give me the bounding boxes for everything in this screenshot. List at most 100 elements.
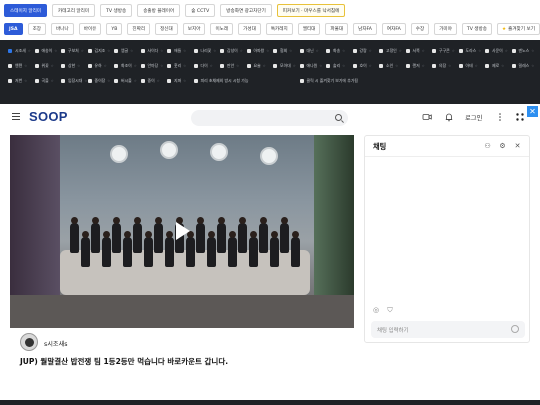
emoticon-tool-icon[interactable]: ◎ <box>373 306 379 314</box>
checkbox-icon[interactable] <box>326 64 330 68</box>
streamer-item[interactable]: 시조새 ☆ <box>8 45 35 57</box>
star-icon[interactable]: ☆ <box>316 49 319 53</box>
streamer-item[interactable]: 화조이 ☆ <box>114 60 141 72</box>
checkbox-icon[interactable] <box>167 64 171 68</box>
streamer-item[interactable]: 모아대 ☆ <box>273 60 300 72</box>
category-tab[interactable]: 정신대 <box>155 23 178 35</box>
category-tab[interactable]: 엘티대 <box>297 23 321 35</box>
streamer-item[interactable]: 덴노스 ☆ <box>511 45 539 57</box>
category-tab[interactable]: 보지아 <box>182 23 206 35</box>
streamer-item[interactable]: 클릭 시 즐겨찾기 보기에 추가됨 <box>299 75 406 87</box>
streamer-item[interactable]: 사운이 ☆ <box>485 45 512 57</box>
streamer-item[interactable]: 화송 ☆ <box>326 45 353 57</box>
play-icon[interactable] <box>176 222 190 240</box>
star-icon[interactable]: ☆ <box>501 64 504 68</box>
streamer-item[interactable]: 안마당 ☆ <box>140 60 168 72</box>
streamer-name[interactable]: s시조새s <box>44 339 68 348</box>
category-tab[interactable]: 남자FA <box>353 23 377 35</box>
checkbox-icon[interactable] <box>140 64 145 68</box>
streamer-item[interactable]: 애들 ☆ <box>167 45 194 57</box>
category-tab[interactable]: 바나나 <box>51 23 74 35</box>
checkbox-icon[interactable] <box>432 64 436 68</box>
star-icon[interactable]: ☆ <box>157 79 160 83</box>
gear-icon[interactable]: ⚙ <box>498 142 507 151</box>
star-icon[interactable]: ☆ <box>81 49 84 53</box>
streamer-item[interactable]: 대닌 ☆ <box>299 45 327 57</box>
checkbox-icon[interactable] <box>246 64 251 68</box>
streamer-avatar[interactable] <box>20 333 38 351</box>
gift-tool-icon[interactable]: ⛉ <box>387 306 392 314</box>
checkbox-icon[interactable] <box>405 64 410 68</box>
star-icon[interactable]: ☆ <box>160 64 163 68</box>
streamer-item[interactable]: 의장 ☆ <box>432 60 459 72</box>
feature-button[interactable]: TV 생방송 <box>100 4 133 17</box>
feature-button[interactable]: 방송화면 광고차단기 <box>220 4 272 17</box>
checkbox-icon[interactable] <box>273 64 277 68</box>
checkbox-icon[interactable] <box>34 64 39 68</box>
category-tab[interactable]: 이노래 <box>210 23 234 35</box>
category-tab[interactable]: 톡카레지 <box>265 23 293 35</box>
users-icon[interactable]: ⚇ <box>483 142 492 151</box>
category-tab[interactable]: 진짜리 <box>127 23 151 35</box>
streamer-item[interactable]: 판안 ☆ <box>220 60 247 72</box>
category-tab[interactable]: 바이유 <box>78 23 102 35</box>
star-icon[interactable]: ☆ <box>210 64 213 68</box>
streamer-item[interactable]: 훗리 ☆ <box>167 60 194 72</box>
star-icon[interactable]: ☆ <box>130 49 133 53</box>
checkbox-icon[interactable] <box>193 79 198 83</box>
streamer-item[interactable]: 제로 ☆ <box>485 60 512 72</box>
checkbox-icon[interactable] <box>405 49 410 53</box>
checkbox-icon[interactable] <box>193 49 198 53</box>
checkbox-icon[interactable] <box>299 64 304 68</box>
checkbox-icon[interactable] <box>61 64 65 68</box>
streamer-item[interactable]: 협회 ☆ <box>273 45 300 57</box>
star-icon[interactable]: ☆ <box>448 64 451 68</box>
star-icon[interactable]: ☆ <box>28 49 31 53</box>
checkbox-icon[interactable] <box>299 79 304 83</box>
star-icon[interactable]: ☆ <box>293 64 296 68</box>
streamer-item[interactable]: 상한 ☆ <box>61 60 88 72</box>
checkbox-icon[interactable] <box>273 49 277 53</box>
checkbox-icon[interactable] <box>140 79 145 83</box>
streamer-item[interactable]: 사이다 ☆ <box>140 45 168 57</box>
star-icon[interactable]: ☆ <box>183 49 186 53</box>
star-icon[interactable]: ☆ <box>422 64 425 68</box>
broadcast-icon[interactable] <box>422 112 432 122</box>
close-icon[interactable]: ✕ <box>527 106 538 117</box>
category-tab[interactable]: 즐겨찾기 보기 <box>496 23 540 35</box>
star-icon[interactable]: ☆ <box>183 79 186 83</box>
category-tab[interactable]: YB <box>106 23 123 35</box>
star-icon[interactable]: ☆ <box>160 49 163 53</box>
star-icon[interactable]: ☆ <box>24 79 27 83</box>
checkbox-icon[interactable] <box>61 79 65 83</box>
checkbox-icon[interactable] <box>246 49 251 53</box>
search-icon[interactable] <box>335 114 342 121</box>
star-icon[interactable]: ☆ <box>107 49 110 53</box>
site-logo[interactable]: SOOP <box>29 109 68 124</box>
star-icon[interactable]: ☆ <box>478 49 481 53</box>
checkbox-icon[interactable] <box>114 49 118 53</box>
streamer-item[interactable]: 김지조 ☆ <box>87 45 115 57</box>
checkbox-icon[interactable] <box>511 64 516 68</box>
streamer-item[interactable]: 저번 ☆ <box>8 75 35 87</box>
checkbox-icon[interactable] <box>87 49 92 53</box>
streamer-item[interactable]: 구구콘 ☆ <box>432 45 459 57</box>
checkbox-icon[interactable] <box>140 49 145 53</box>
category-tab[interactable]: 가미야 <box>434 23 457 35</box>
category-tab[interactable]: 파울대 <box>325 23 349 35</box>
checkbox-icon[interactable] <box>379 64 383 68</box>
streamer-item[interactable]: 피리 초채제외 방시 시청 가능 <box>193 75 300 87</box>
star-icon[interactable]: ☆ <box>240 49 243 53</box>
star-icon[interactable]: ☆ <box>107 79 110 83</box>
star-icon[interactable]: ☆ <box>395 64 398 68</box>
checkbox-icon[interactable] <box>87 64 92 68</box>
star-icon[interactable]: ☆ <box>54 49 57 53</box>
streamer-item[interactable]: 도라스 ☆ <box>458 45 486 57</box>
feature-button[interactable]: 스테이지 알리미 <box>4 4 48 17</box>
star-icon[interactable]: ☆ <box>369 64 372 68</box>
star-icon[interactable]: ☆ <box>399 49 402 53</box>
streamer-item[interactable]: 버시올 ☆ <box>114 75 141 87</box>
streamer-item[interactable]: 아테 ☆ <box>458 60 486 72</box>
checkbox-icon[interactable] <box>34 49 39 53</box>
category-tab[interactable]: 여자FA <box>381 23 406 35</box>
